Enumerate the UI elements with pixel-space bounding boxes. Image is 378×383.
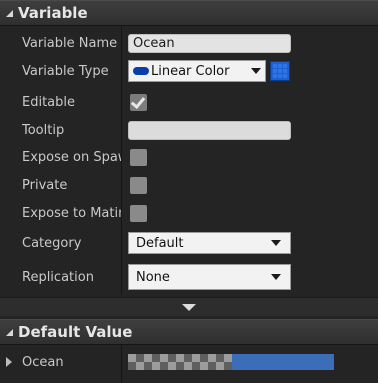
chevron-down-icon [271, 240, 281, 246]
editable-checkbox[interactable] [130, 93, 147, 111]
container-type-button[interactable] [270, 61, 290, 81]
property-label: Variable Type [22, 63, 109, 79]
default-value-section-header[interactable]: Default Value [0, 319, 378, 345]
row-category: Category Default [0, 229, 378, 257]
row-default-value: Ocean [0, 348, 378, 376]
property-label: Variable Name [22, 35, 118, 51]
variable-name-input[interactable]: Ocean [128, 33, 291, 53]
replication-value: None [136, 269, 170, 285]
row-expose-on-spawn: Expose on Spawn [0, 143, 378, 171]
expose-on-spawn-checkbox[interactable] [130, 148, 147, 166]
property-label: Category [22, 235, 82, 251]
variable-section-header[interactable]: Variable [0, 0, 378, 26]
section-title: Variable [18, 4, 88, 22]
property-label: Editable [22, 94, 76, 110]
expose-to-matinee-checkbox[interactable] [130, 204, 147, 222]
row-expose-to-matinee: Expose to Matinee [0, 199, 378, 227]
property-label: Ocean [22, 354, 64, 370]
row-variable-type: Variable Type Linear Color [0, 57, 378, 85]
property-label: Tooltip [22, 122, 65, 138]
expand-advanced-icon [182, 303, 196, 311]
private-checkbox[interactable] [130, 176, 147, 194]
tooltip-input[interactable] [128, 120, 291, 140]
color-preview [232, 354, 334, 370]
collapse-arrow-icon[interactable] [6, 328, 13, 336]
chevron-down-icon [271, 274, 281, 280]
replication-dropdown[interactable]: None [128, 264, 291, 290]
property-label: Expose on Spawn [22, 149, 121, 165]
chevron-down-icon [251, 68, 261, 74]
alpha-checkerboard [128, 354, 232, 370]
details-panel: Variable Variable Name Ocean Variable Ty… [0, 0, 378, 383]
expand-arrow-icon[interactable] [6, 357, 12, 367]
row-variable-name: Variable Name Ocean [0, 29, 378, 57]
category-dropdown[interactable]: Default [128, 232, 291, 254]
type-pin-icon [133, 67, 149, 75]
property-label: Expose to Matinee [22, 205, 121, 221]
row-private: Private [0, 171, 378, 199]
row-editable: Editable [0, 88, 378, 116]
variable-type-value: Linear Color [151, 63, 230, 79]
row-replication: Replication None [0, 263, 378, 291]
variable-type-dropdown[interactable]: Linear Color [128, 60, 266, 82]
advanced-expander[interactable] [0, 297, 378, 316]
row-tooltip: Tooltip [0, 116, 378, 144]
color-swatch[interactable] [128, 354, 334, 370]
section-title: Default Value [18, 323, 133, 341]
category-value: Default [136, 235, 184, 251]
property-label: Replication [22, 269, 94, 285]
checkmark-icon [130, 93, 146, 109]
property-label: Private [22, 177, 68, 193]
collapse-arrow-icon[interactable] [6, 9, 13, 17]
